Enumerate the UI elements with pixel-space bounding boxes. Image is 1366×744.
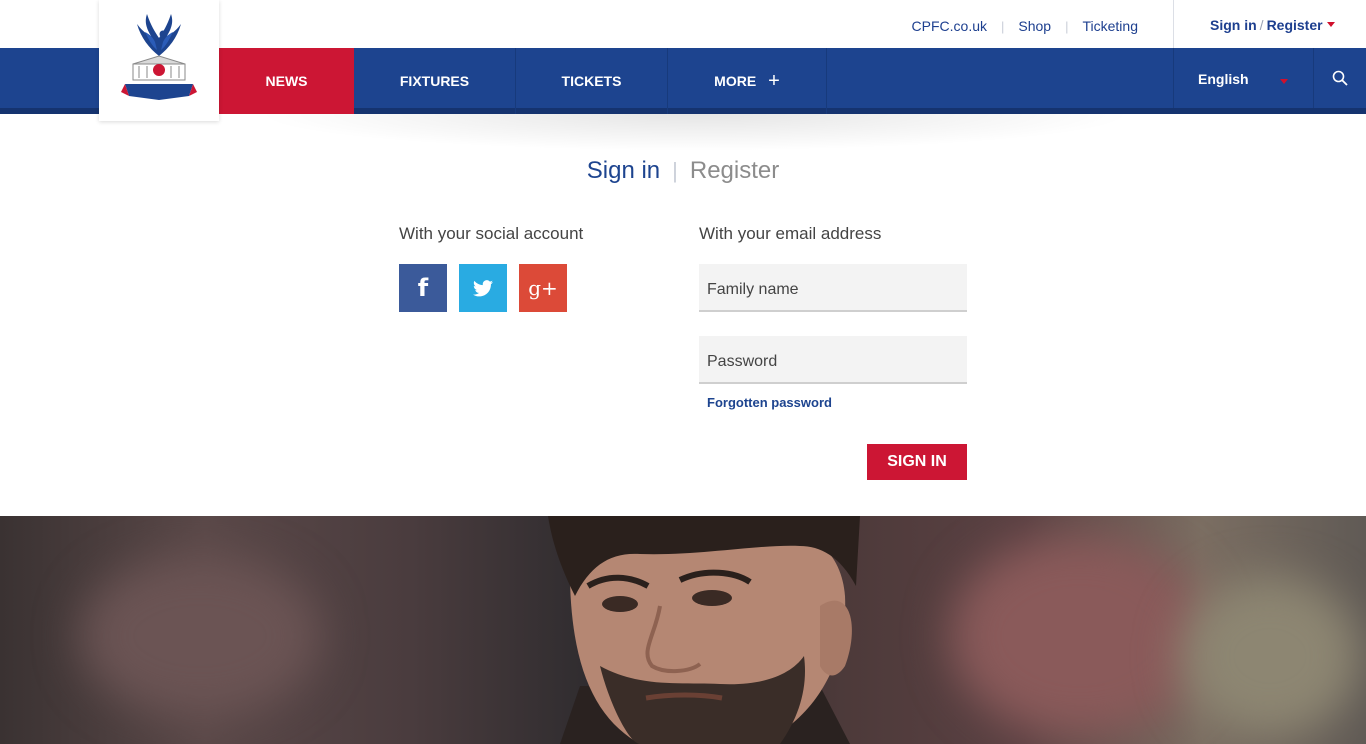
- nav-item-more[interactable]: MORE +: [668, 48, 827, 114]
- nav-item-tickets[interactable]: TICKETS: [516, 48, 668, 114]
- facebook-button[interactable]: f: [399, 264, 447, 312]
- tab-divider: |: [672, 158, 678, 183]
- twitter-button[interactable]: [459, 264, 507, 312]
- nav-label: NEWS: [265, 73, 308, 89]
- tab-signin[interactable]: Sign in: [587, 157, 660, 184]
- cpfc-link[interactable]: CPFC.co.uk: [912, 18, 987, 34]
- hero-image: [0, 516, 1366, 744]
- signin-link[interactable]: Sign in: [1210, 17, 1257, 33]
- forgotten-password-link[interactable]: Forgotten password: [707, 395, 832, 410]
- twitter-icon: [473, 279, 493, 296]
- language-label: English: [1198, 71, 1249, 87]
- family-name-field[interactable]: [699, 264, 967, 312]
- nav-item-news[interactable]: NEWS: [219, 48, 354, 114]
- register-link[interactable]: Register: [1267, 17, 1323, 33]
- account-slash: /: [1259, 17, 1264, 33]
- caret-down-icon[interactable]: [1327, 22, 1335, 27]
- account-links: Sign in / Register: [1210, 17, 1323, 33]
- nav-label: MORE: [714, 73, 757, 89]
- divider: |: [1065, 18, 1069, 34]
- club-logo[interactable]: [99, 0, 219, 121]
- nav-label: TICKETS: [561, 73, 622, 89]
- sign-in-button[interactable]: SIGN IN: [867, 444, 967, 480]
- caret-down-icon: [1280, 79, 1288, 84]
- ticketing-link[interactable]: Ticketing: [1082, 18, 1138, 34]
- divider: |: [1001, 18, 1005, 34]
- email-heading: With your email address: [699, 224, 882, 243]
- crest-icon: [121, 13, 197, 100]
- google-plus-icon: g+: [528, 276, 558, 300]
- utility-links: CPFC.co.uk | Shop | Ticketing: [912, 18, 1138, 34]
- search-icon: [1332, 70, 1348, 86]
- player-portrait: [548, 516, 860, 744]
- plus-icon: +: [768, 70, 780, 92]
- auth-tabs: Sign in | Register: [0, 157, 1366, 185]
- search-button[interactable]: [1314, 48, 1366, 108]
- nav-item-fixtures[interactable]: FIXTURES: [354, 48, 516, 114]
- language-selector[interactable]: English: [1173, 48, 1314, 108]
- nav-label: FIXTURES: [399, 73, 470, 89]
- shop-link[interactable]: Shop: [1018, 18, 1051, 34]
- tab-register[interactable]: Register: [690, 157, 779, 184]
- social-heading: With your social account: [399, 224, 584, 243]
- account-menu[interactable]: Sign in / Register: [1173, 0, 1366, 48]
- facebook-icon: f: [417, 274, 429, 302]
- google-plus-button[interactable]: g+: [519, 264, 567, 312]
- password-field[interactable]: [699, 336, 967, 384]
- nav-shadow: [220, 114, 1170, 154]
